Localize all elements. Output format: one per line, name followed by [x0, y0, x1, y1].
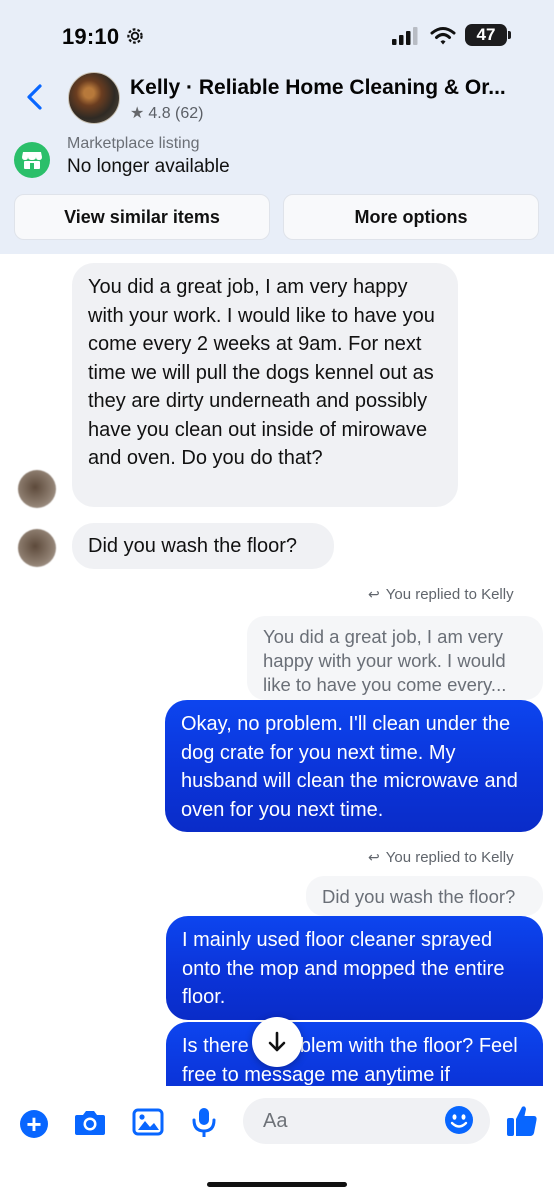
microphone-icon[interactable]: [187, 1106, 221, 1138]
quoted-message[interactable]: You did a great job, I am very happy wit…: [247, 616, 543, 700]
contact-avatar-small[interactable]: [18, 470, 56, 508]
arrow-down-icon: [268, 1031, 286, 1052]
home-indicator: [207, 1182, 347, 1187]
plus-icon[interactable]: +: [20, 1110, 48, 1138]
reply-context-label: ↩ You replied to Kelly: [368, 586, 514, 603]
view-similar-items-button[interactable]: View similar items: [14, 194, 270, 240]
reply-arrow-icon: ↩: [368, 586, 380, 602]
reply-note-text: You replied to Kelly: [385, 586, 514, 603]
settings-gear-icon: [127, 28, 143, 44]
contact-name[interactable]: Kelly · Reliable Home Cleaning & Or...: [130, 76, 540, 100]
status-time: 19:10: [62, 24, 120, 49]
marketplace-shop-icon: [14, 142, 50, 178]
battery-tip: [508, 31, 511, 39]
rating-value: 4.8 (62): [148, 105, 204, 122]
wifi-icon: [430, 27, 456, 45]
quoted-message[interactable]: Did you wash the floor?: [306, 876, 543, 916]
outgoing-message[interactable]: I mainly used floor cleaner sprayed onto…: [166, 916, 543, 1020]
battery-indicator: 47: [465, 24, 507, 46]
emoji-smile-icon[interactable]: [444, 1105, 474, 1135]
contact-avatar[interactable]: [68, 72, 120, 124]
star-icon: ★: [130, 105, 145, 122]
incoming-message[interactable]: Did you wash the floor?: [72, 523, 334, 569]
back-chevron-icon[interactable]: [22, 82, 48, 112]
reply-note-text: You replied to Kelly: [385, 849, 514, 866]
status-bar: 19:10 47: [0, 0, 554, 70]
listing-status: No longer available: [67, 156, 230, 177]
camera-icon[interactable]: [73, 1106, 107, 1138]
chat-header: Kelly · Reliable Home Cleaning & Or... ★…: [0, 68, 554, 128]
reply-context-label: ↩ You replied to Kelly: [368, 849, 514, 866]
thumbs-up-icon[interactable]: [505, 1103, 539, 1139]
scroll-to-bottom-button[interactable]: [252, 1017, 302, 1067]
conversation-top-area: 19:10 47 Kelly · Reliable Home Cleaning …: [0, 0, 554, 254]
reply-arrow-icon: ↩: [368, 849, 380, 865]
marketplace-listing-banner: Marketplace listing No longer available …: [0, 128, 554, 252]
listing-label: Marketplace listing: [67, 135, 200, 152]
outgoing-message[interactable]: Is there a problem with the floor? Feel …: [166, 1022, 543, 1086]
incoming-message[interactable]: You did a great job, I am very happy wit…: [72, 263, 458, 507]
outgoing-message[interactable]: Okay, no problem. I'll clean under the d…: [165, 700, 543, 832]
gallery-image-icon[interactable]: [131, 1106, 165, 1138]
message-thread[interactable]: You did a great job, I am very happy wit…: [0, 254, 554, 1086]
seller-rating: ★ 4.8 (62): [130, 103, 203, 123]
battery-level: 47: [476, 25, 496, 44]
cellular-signal-icon: [392, 27, 418, 45]
message-input-placeholder: Aa: [263, 1110, 288, 1132]
more-options-button[interactable]: More options: [283, 194, 539, 240]
contact-avatar-small[interactable]: [18, 529, 56, 567]
